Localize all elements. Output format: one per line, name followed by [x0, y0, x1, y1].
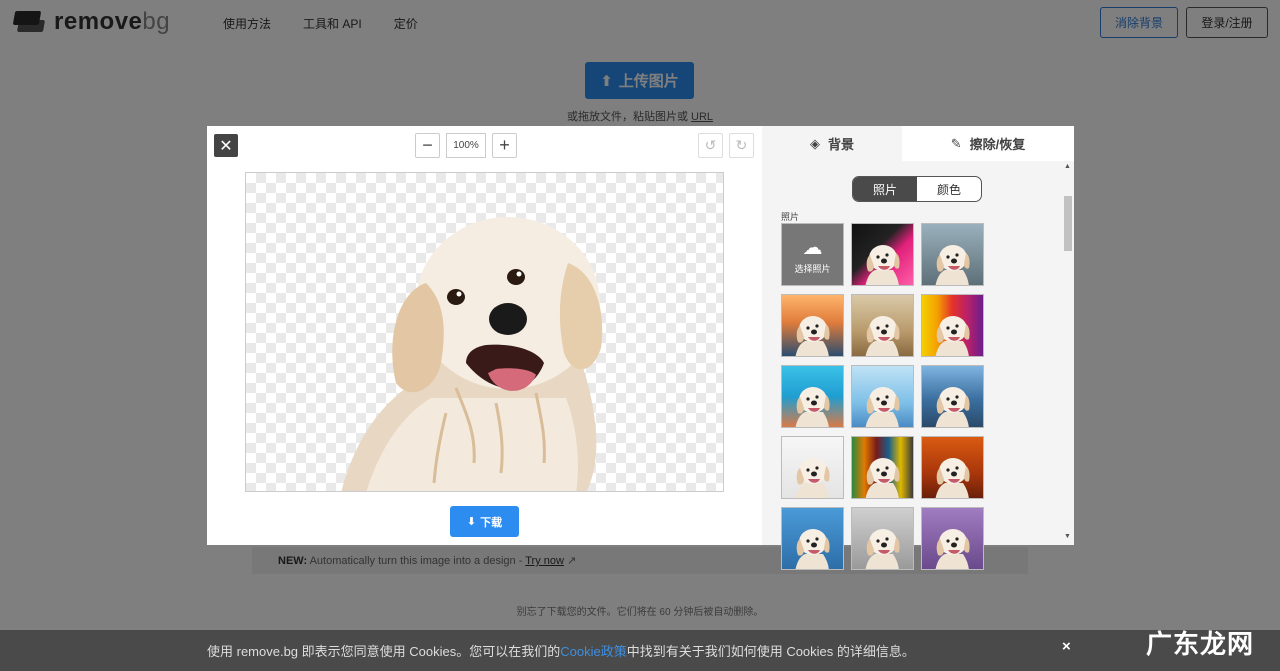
dog-thumbnail-icon — [865, 316, 900, 356]
background-thumb-beach-chairs[interactable] — [781, 365, 844, 428]
background-thumb-rainbow-stripes[interactable] — [921, 294, 984, 357]
download-label: 下载 — [480, 516, 503, 529]
panel-tabs: ◈ 背景 ✎ 擦除/恢复 — [762, 126, 1074, 161]
toggle-color[interactable]: 颜色 — [917, 177, 981, 201]
background-thumb-mountain-lake[interactable] — [921, 365, 984, 428]
background-thumb-skyline-blue[interactable] — [781, 507, 844, 570]
zoom-level: 100% — [446, 133, 486, 158]
dog-thumbnail-icon — [935, 387, 970, 427]
dog-cutout-image — [341, 217, 603, 491]
dog-thumbnail-icon — [935, 529, 970, 569]
scroll-up-arrow-icon[interactable]: ▲ — [1064, 163, 1071, 170]
background-thumb-grey-arches[interactable] — [851, 507, 914, 570]
layers-icon: ◈ — [809, 135, 820, 151]
zoom-out-button[interactable]: − — [415, 133, 440, 158]
dog-thumbnail-icon — [795, 387, 830, 427]
dog-thumbnail-icon — [865, 458, 900, 498]
background-thumb-cafe-interior[interactable] — [851, 294, 914, 357]
site-watermark: 广东龙网 — [1146, 630, 1255, 660]
photo-color-toggle: 照片 颜色 — [852, 176, 982, 202]
download-icon: ⬇ — [466, 516, 477, 528]
dog-thumbnail-icon — [865, 529, 900, 569]
background-thumb-city-fog[interactable] — [921, 223, 984, 286]
dog-thumbnail-icon — [865, 387, 900, 427]
background-panel: ◈ 背景 ✎ 擦除/恢复 照片 颜色 照片 ☁ 选择照片 — [762, 126, 1074, 570]
dog-thumbnail-icon — [935, 458, 970, 498]
history-controls: ↺ ↻ — [698, 133, 754, 158]
cookie-policy-link[interactable]: Cookie政策 — [560, 644, 626, 659]
scroll-down-arrow-icon[interactable]: ▼ — [1064, 533, 1071, 540]
brush-icon: ✎ — [950, 135, 962, 151]
download-button[interactable]: ⬇ 下载 — [450, 506, 519, 537]
dog-thumbnail-icon — [795, 529, 830, 569]
tab-erase-restore[interactable]: ✎ 擦除/恢复 — [902, 126, 1074, 161]
background-thumb-white-studio[interactable] — [781, 436, 844, 499]
edit-modal: ✕ − 100% + ↺ ↻ ⬇ 下载 ◈ 背景 ✎ 擦除/恢复 照片 颜色 照… — [207, 126, 1074, 570]
background-thumb-autumn-leaves[interactable] — [921, 436, 984, 499]
select-photo-tile[interactable]: ☁ 选择照片 — [781, 223, 844, 286]
tab-background[interactable]: ◈ 背景 — [762, 126, 902, 161]
dog-thumbnail-icon — [935, 245, 970, 285]
panel-scrollbar-thumb[interactable] — [1064, 196, 1072, 251]
dog-thumbnail-icon — [935, 316, 970, 356]
cookie-close-icon[interactable]: × — [1062, 638, 1071, 655]
dog-thumbnail-icon — [795, 458, 830, 498]
background-thumb-purple-haze[interactable] — [921, 507, 984, 570]
background-thumb-sunset-sea[interactable] — [781, 294, 844, 357]
dog-thumbnail-icon — [865, 245, 900, 285]
background-thumb-color-bars[interactable] — [851, 436, 914, 499]
cookie-banner: 使用 remove.bg 即表示您同意使用 Cookies。您可以在我们的Coo… — [0, 630, 1280, 671]
undo-icon[interactable]: ↺ — [698, 133, 723, 158]
background-thumb-sky-tower[interactable] — [851, 365, 914, 428]
background-thumbnails: ☁ 选择照片 — [781, 223, 984, 570]
zoom-in-button[interactable]: + — [492, 133, 517, 158]
dog-thumbnail-icon — [795, 316, 830, 356]
cloud-upload-icon: ☁ — [802, 236, 823, 259]
background-thumb-pink-dots[interactable] — [851, 223, 914, 286]
redo-icon[interactable]: ↻ — [729, 133, 754, 158]
grid-section-label: 照片 — [781, 212, 800, 222]
toggle-photo[interactable]: 照片 — [853, 177, 917, 201]
image-canvas[interactable] — [245, 172, 724, 492]
close-icon[interactable]: ✕ — [214, 134, 238, 157]
zoom-controls: − 100% + — [415, 133, 517, 158]
